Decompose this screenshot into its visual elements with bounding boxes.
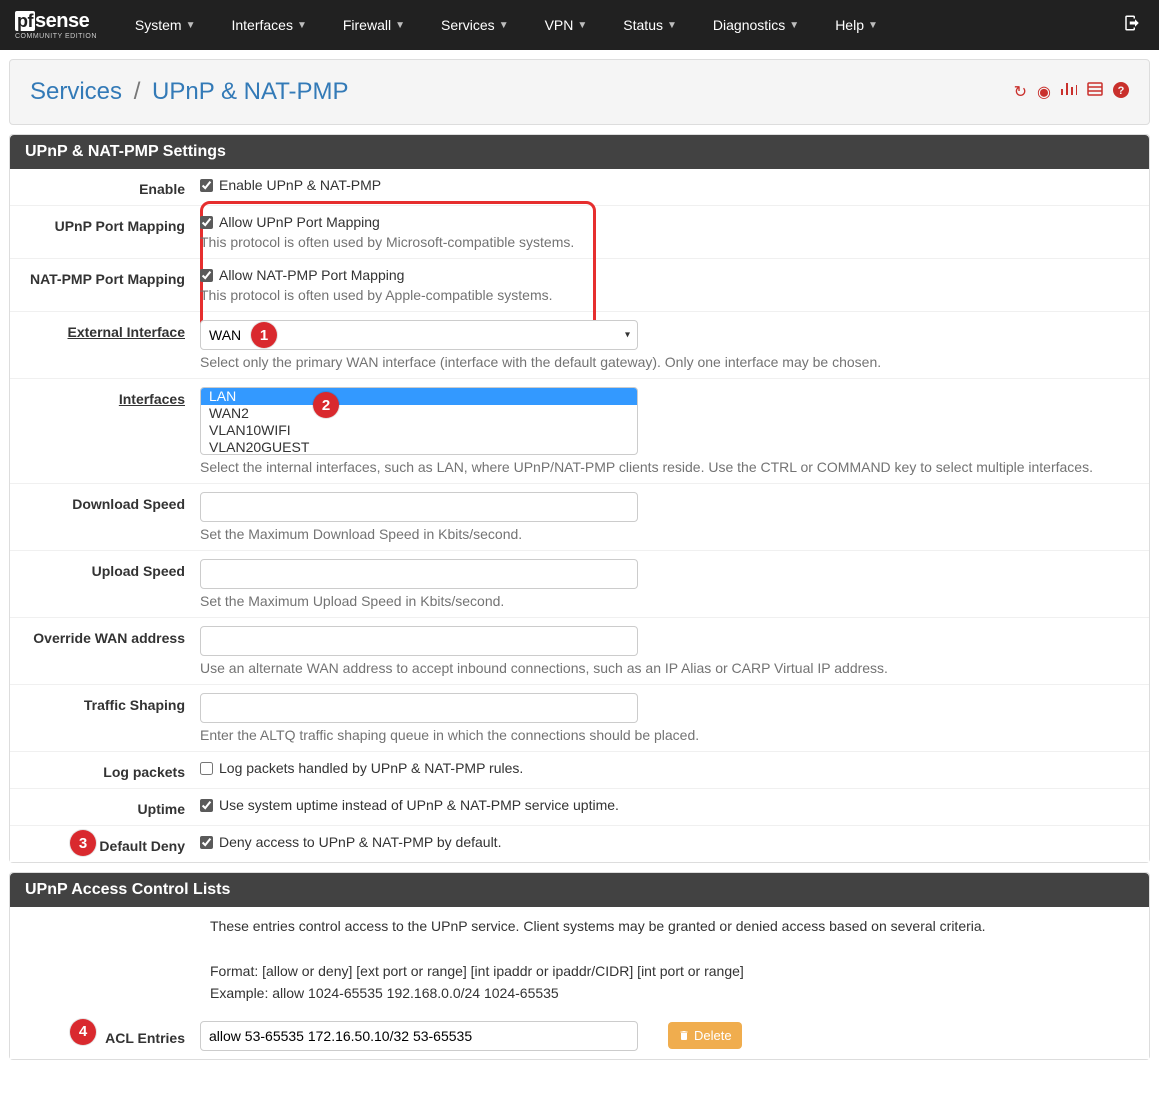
natpmp-pm-checkbox-label: Allow NAT-PMP Port Mapping xyxy=(219,267,404,283)
upnp-pm-label: UPnP Port Mapping xyxy=(10,214,200,250)
iface-option-vlan10[interactable]: VLAN10WIFI xyxy=(201,422,637,439)
dl-speed-label: Download Speed xyxy=(10,492,200,542)
upnp-pm-help: This protocol is often used by Microsoft… xyxy=(200,234,1134,250)
acl-entries-label: ACL Entries xyxy=(10,1026,200,1046)
interfaces-label: Interfaces xyxy=(10,387,200,475)
nav-system[interactable]: System▼ xyxy=(117,0,214,50)
nav-firewall[interactable]: Firewall▼ xyxy=(325,0,423,50)
svg-text:?: ? xyxy=(1118,85,1125,97)
iface-option-lan[interactable]: LAN xyxy=(201,388,637,405)
interfaces-multiselect[interactable]: LAN WAN2 VLAN10WIFI VLAN20GUEST xyxy=(200,387,638,455)
annotation-badge-3: 3 xyxy=(70,830,96,856)
override-wan-label: Override WAN address xyxy=(10,626,200,676)
log-packets-checkbox[interactable] xyxy=(200,762,213,775)
annotation-badge-4: 4 xyxy=(70,1019,96,1045)
enable-label: Enable xyxy=(10,177,200,197)
restart-service-icon[interactable]: ↻ xyxy=(1014,82,1027,103)
log-packets-label: Log packets xyxy=(10,760,200,780)
dl-speed-input[interactable] xyxy=(200,492,638,522)
help-icon[interactable]: ? xyxy=(1113,82,1129,103)
nav-interfaces[interactable]: Interfaces▼ xyxy=(213,0,324,50)
dl-speed-help: Set the Maximum Download Speed in Kbits/… xyxy=(200,526,1134,542)
header-action-icons: ↻ ◉ ? xyxy=(1014,82,1129,103)
uptime-checkbox[interactable] xyxy=(200,799,213,812)
nav-services[interactable]: Services▼ xyxy=(423,0,527,50)
breadcrumb-current[interactable]: UPnP & NAT-PMP xyxy=(152,78,349,105)
nav-vpn[interactable]: VPN▼ xyxy=(527,0,606,50)
logo[interactable]: pfsense COMMUNITY EDITION xyxy=(15,11,97,40)
ul-speed-label: Upload Speed xyxy=(10,559,200,609)
ext-iface-help: Select only the primary WAN interface (i… xyxy=(200,354,1134,370)
logout-icon[interactable] xyxy=(1123,14,1141,37)
nav-help[interactable]: Help▼ xyxy=(817,0,896,50)
breadcrumb-parent[interactable]: Services xyxy=(30,78,122,105)
nav-status[interactable]: Status▼ xyxy=(605,0,695,50)
nav-menu: System▼ Interfaces▼ Firewall▼ Services▼ … xyxy=(117,0,896,50)
acl-intro: These entries control access to the UPnP… xyxy=(10,907,1149,1013)
annotation-badge-2: 2 xyxy=(313,392,339,418)
trash-icon xyxy=(678,1029,690,1042)
status-icon[interactable] xyxy=(1061,82,1077,103)
traffic-shaping-help: Enter the ALTQ traffic shaping queue in … xyxy=(200,727,1134,743)
upnp-pm-checkbox[interactable] xyxy=(200,216,213,229)
delete-button[interactable]: Delete xyxy=(668,1022,742,1049)
iface-option-vlan20[interactable]: VLAN20GUEST xyxy=(201,439,637,455)
natpmp-pm-help: This protocol is often used by Apple-com… xyxy=(200,287,1134,303)
ul-speed-help: Set the Maximum Upload Speed in Kbits/se… xyxy=(200,593,1134,609)
natpmp-pm-label: NAT-PMP Port Mapping xyxy=(10,267,200,303)
natpmp-pm-checkbox[interactable] xyxy=(200,269,213,282)
default-deny-label: Default Deny xyxy=(10,834,200,854)
acl-panel-heading: UPnP Access Control Lists xyxy=(10,873,1149,907)
traffic-shaping-input[interactable] xyxy=(200,693,638,723)
acl-entry-input[interactable] xyxy=(200,1021,638,1051)
iface-option-wan2[interactable]: WAN2 xyxy=(201,405,637,422)
override-wan-input[interactable] xyxy=(200,626,638,656)
ext-iface-label: External Interface xyxy=(10,320,200,370)
upnp-pm-checkbox-label: Allow UPnP Port Mapping xyxy=(219,214,380,230)
traffic-shaping-label: Traffic Shaping xyxy=(10,693,200,743)
log-icon[interactable] xyxy=(1087,82,1103,103)
default-deny-checkbox[interactable] xyxy=(200,836,213,849)
settings-panel: UPnP & NAT-PMP Settings Enable Enable UP… xyxy=(9,134,1150,863)
enable-checkbox-label: Enable UPnP & NAT-PMP xyxy=(219,177,381,193)
ul-speed-input[interactable] xyxy=(200,559,638,589)
override-wan-help: Use an alternate WAN address to accept i… xyxy=(200,660,1134,676)
default-deny-checkbox-label: Deny access to UPnP & NAT-PMP by default… xyxy=(219,834,501,850)
settings-panel-heading: UPnP & NAT-PMP Settings xyxy=(10,135,1149,169)
uptime-label: Uptime xyxy=(10,797,200,817)
nav-diagnostics[interactable]: Diagnostics▼ xyxy=(695,0,817,50)
enable-checkbox[interactable] xyxy=(200,179,213,192)
log-packets-checkbox-label: Log packets handled by UPnP & NAT-PMP ru… xyxy=(219,760,523,776)
stop-service-icon[interactable]: ◉ xyxy=(1037,82,1051,103)
uptime-checkbox-label: Use system uptime instead of UPnP & NAT-… xyxy=(219,797,619,813)
top-navbar: pfsense COMMUNITY EDITION System▼ Interf… xyxy=(0,0,1159,50)
interfaces-help: Select the internal interfaces, such as … xyxy=(200,459,1134,475)
annotation-badge-1: 1 xyxy=(251,322,277,348)
breadcrumb: Services / UPnP & NAT-PMP xyxy=(30,78,349,106)
page-header: Services / UPnP & NAT-PMP ↻ ◉ ? xyxy=(9,59,1150,125)
acl-panel: UPnP Access Control Lists These entries … xyxy=(9,872,1150,1060)
